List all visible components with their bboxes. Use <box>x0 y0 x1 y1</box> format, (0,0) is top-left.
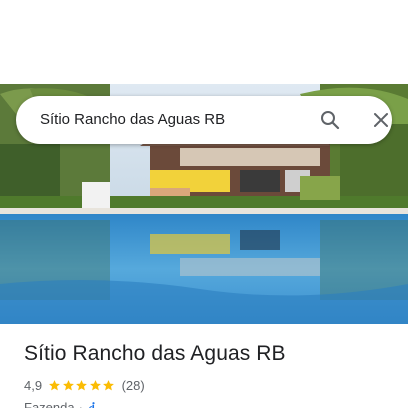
search-icon[interactable] <box>318 108 342 132</box>
wheelchair-icon <box>88 401 97 408</box>
place-title: Sítio Rancho das Aguas RB <box>24 342 286 365</box>
star-icon <box>76 379 87 390</box>
star-rating <box>48 379 116 392</box>
close-icon[interactable] <box>369 108 393 132</box>
review-count[interactable]: (28) <box>122 378 145 393</box>
rating-row[interactable]: 4,9 (28) <box>24 376 145 394</box>
star-icon <box>49 379 60 390</box>
search-input[interactable]: Sítio Rancho das Aguas RB <box>40 96 225 144</box>
place-category: Fazenda <box>24 399 75 408</box>
star-icon <box>103 379 114 390</box>
search-bar[interactable]: Sítio Rancho das Aguas RB <box>16 96 392 144</box>
star-icon <box>89 379 101 390</box>
separator: · <box>78 399 83 408</box>
category-row: Fazenda · <box>24 398 100 408</box>
place-info-panel: Sítio Rancho das Aguas RB 4,9 (28) Fazen… <box>0 324 408 408</box>
map-top-area <box>0 0 408 84</box>
star-icon <box>62 379 74 390</box>
rating-value: 4,9 <box>24 377 43 393</box>
